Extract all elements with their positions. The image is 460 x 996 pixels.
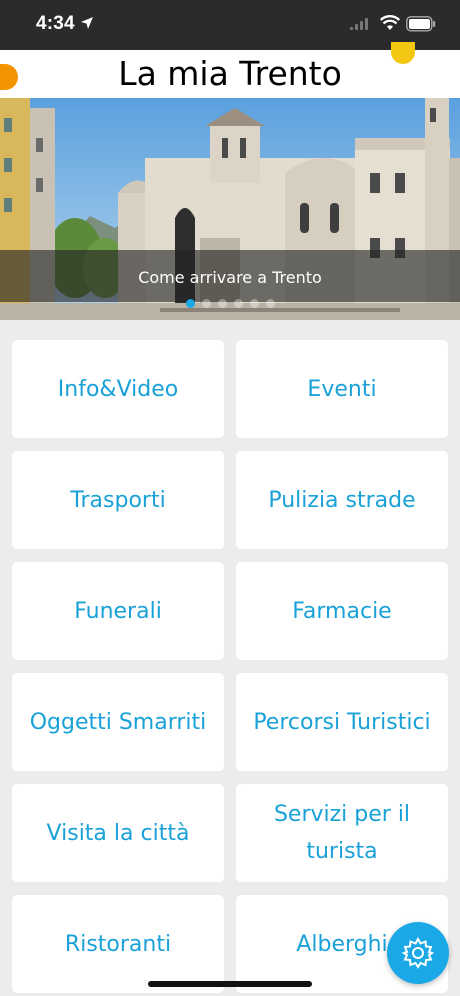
tile-eventi[interactable]: Eventi (236, 340, 448, 438)
tile-farmacie[interactable]: Farmacie (236, 562, 448, 660)
tile-label: Info&Video (57, 376, 179, 402)
pager-dot[interactable] (234, 299, 243, 308)
tile-servizi-turista[interactable]: Servizi per il turista (236, 784, 448, 882)
tile-oggetti-smarriti[interactable]: Oggetti Smarriti (12, 673, 224, 771)
tile-label-line1: Servizi per il (273, 802, 411, 827)
status-time: 4:34 (36, 13, 75, 34)
battery-icon (406, 16, 436, 32)
page-title: La mia Trento (118, 54, 342, 93)
tile-label: Oggetti Smarriti (29, 709, 207, 735)
tile-ristoranti[interactable]: Ristoranti (12, 895, 224, 993)
tile-label: Pulizia strade (268, 487, 416, 513)
tile-percorsi-turistici[interactable]: Percorsi Turistici (236, 673, 448, 771)
location-arrow-icon (81, 17, 93, 29)
tile-label: Eventi (307, 376, 377, 402)
pager-dot[interactable] (186, 299, 195, 308)
carousel-pager[interactable] (186, 299, 275, 309)
cellular-signal-icon (350, 18, 368, 30)
settings-gear-icon (401, 936, 435, 969)
pager-dot[interactable] (250, 299, 259, 308)
tile-label: Alberghi (296, 931, 388, 957)
tile-visita-la-citta[interactable]: Visita la città (12, 784, 224, 882)
app-header: La mia Trento (0, 50, 460, 98)
tile-label: Visita la città (46, 820, 190, 846)
tile-info-video[interactable]: Info&Video (12, 340, 224, 438)
pager-dot[interactable] (266, 299, 275, 308)
tile-label-line2: turista (306, 839, 378, 864)
pager-dot[interactable] (202, 299, 211, 308)
banner-caption[interactable]: Come arrivare a Trento (0, 268, 460, 287)
tile-label: Funerali (74, 598, 162, 624)
home-indicator[interactable] (148, 981, 312, 987)
tile-pulizia-strade[interactable]: Pulizia strade (236, 451, 448, 549)
settings-button[interactable] (387, 922, 449, 984)
tile-trasporti[interactable]: Trasporti (12, 451, 224, 549)
tile-label: Trasporti (70, 487, 166, 513)
tile-label: Percorsi Turistici (253, 709, 431, 735)
tile-funerali[interactable]: Funerali (12, 562, 224, 660)
tile-label: Ristoranti (64, 931, 172, 957)
pager-dot[interactable] (218, 299, 227, 308)
banner-carousel[interactable]: Come arrivare a Trento (0, 98, 460, 320)
tile-label: Farmacie (292, 598, 392, 624)
wifi-icon (380, 15, 400, 30)
